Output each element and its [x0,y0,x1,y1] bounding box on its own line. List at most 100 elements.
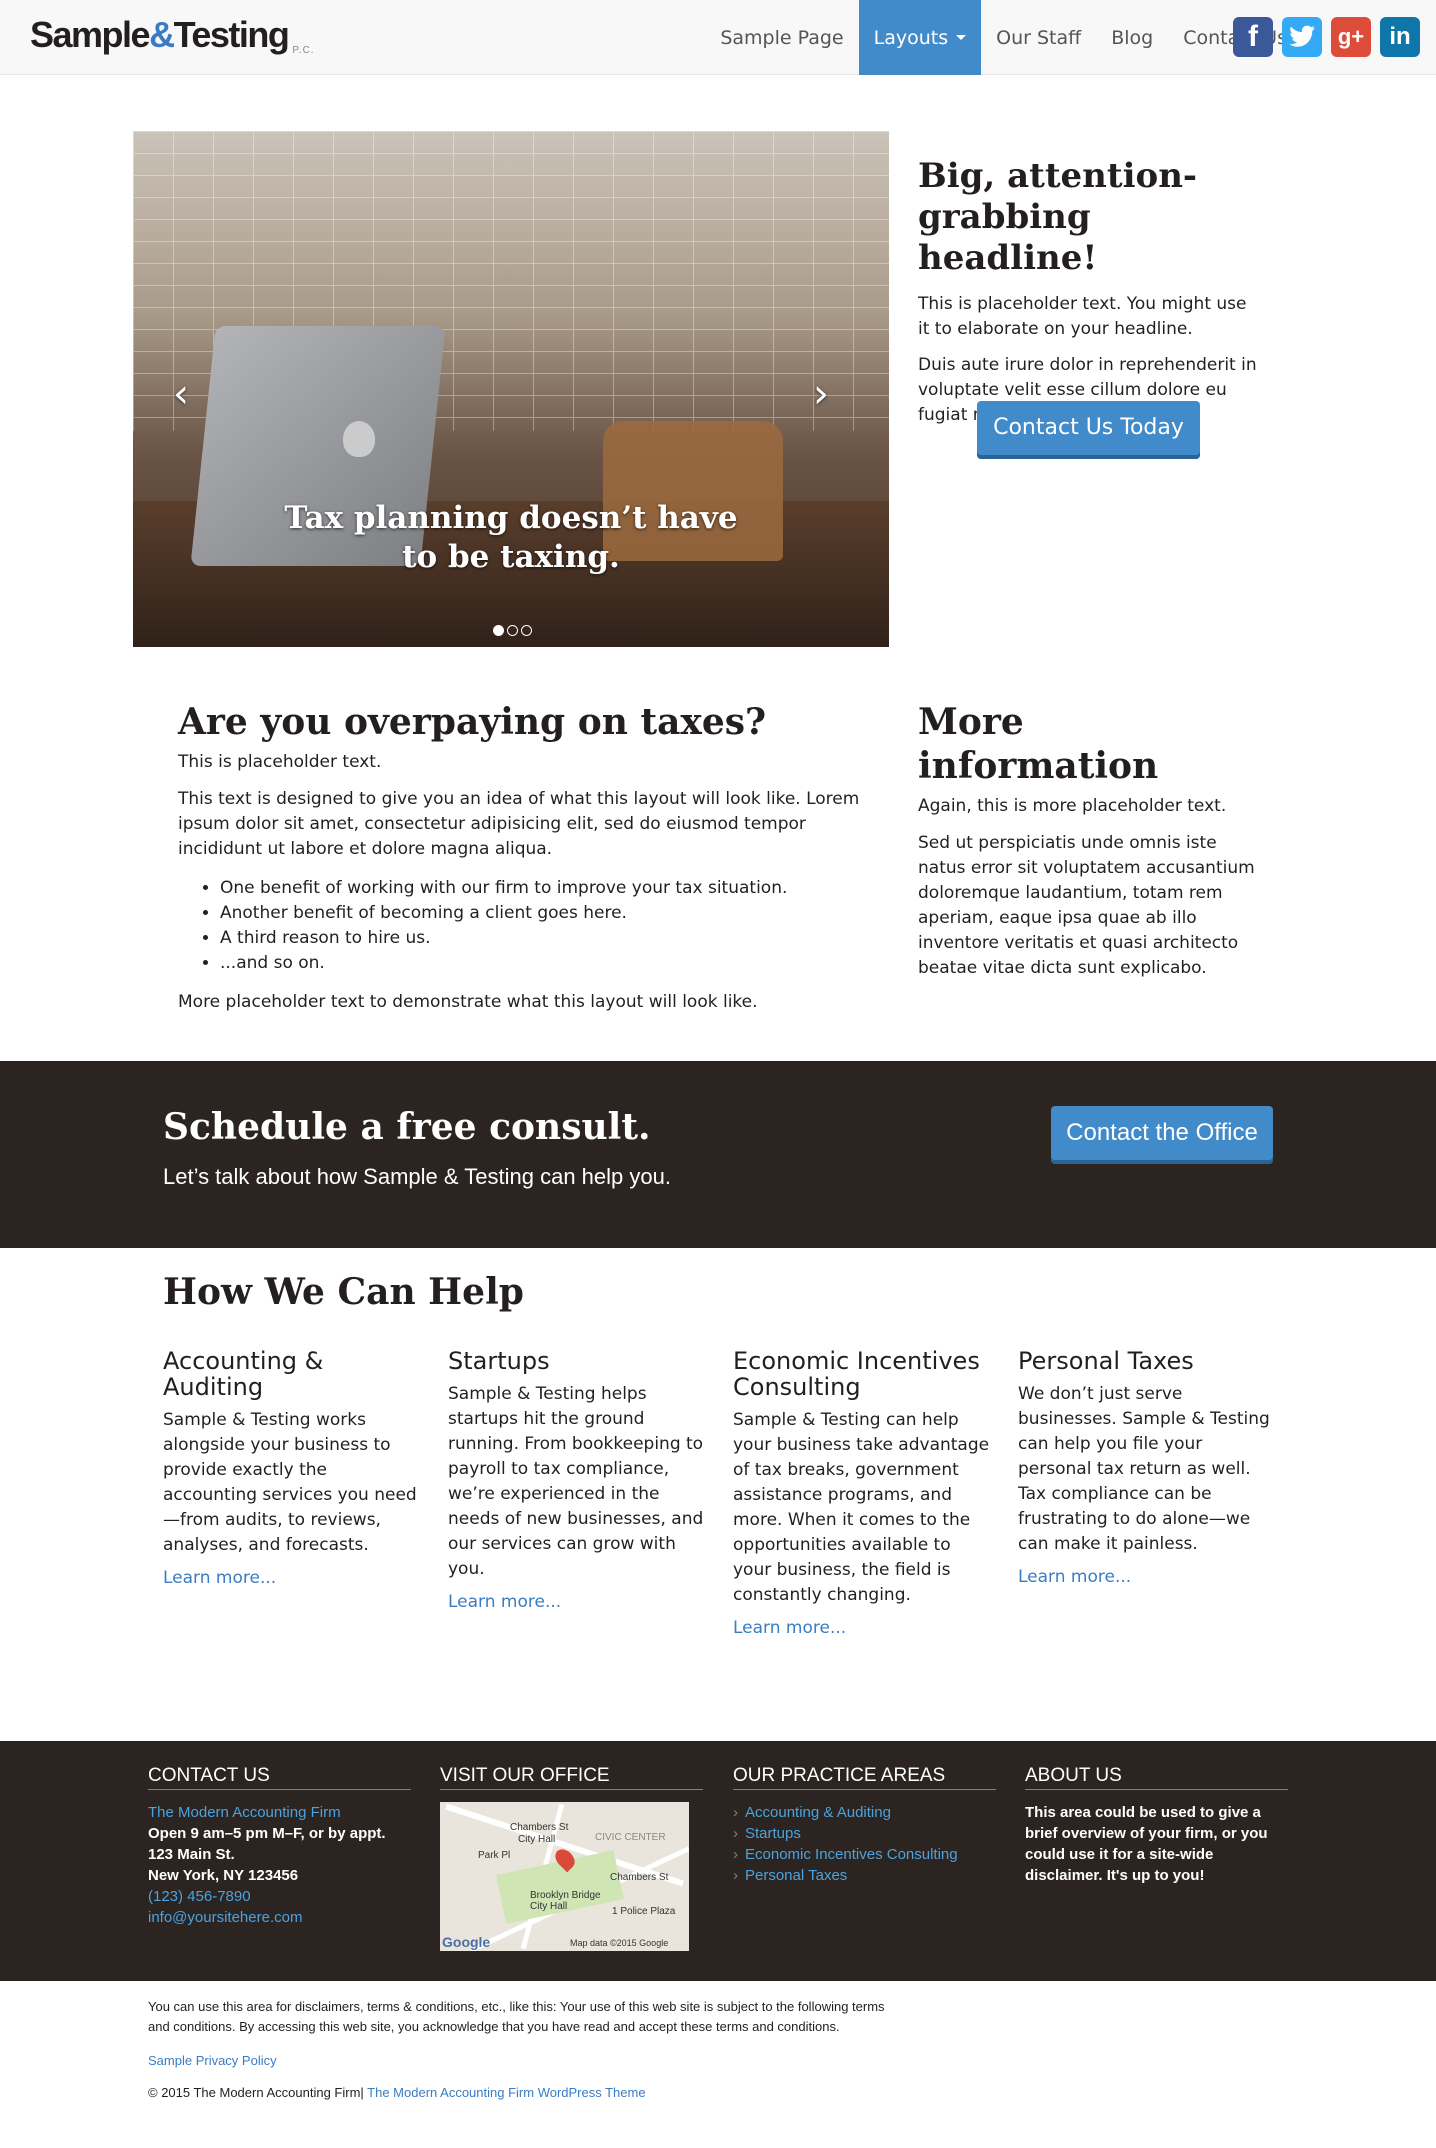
practice-link[interactable]: Personal Taxes [733,1865,996,1886]
footer-office: VISIT OUR OFFICE Chambers St City Hall C… [440,1765,703,1951]
service-card: Personal Taxes We don’t just serve busin… [1018,1348,1278,1587]
list-item: A third reason to hire us. [220,926,888,951]
consult-title: Schedule a free consult. [163,1106,651,1148]
practice-link[interactable]: Accounting & Auditing [733,1802,996,1823]
firm-link[interactable]: The Modern Accounting Firm [148,1802,411,1823]
carousel-caption: Tax planning doesn’t have to be taxing. [284,500,738,575]
brand-suffix: P.C. [292,45,315,56]
carousel-indicator[interactable] [521,625,532,636]
office-map[interactable]: Chambers St City Hall CIVIC CENTER Park … [440,1802,689,1951]
brand-first: Sample [30,14,151,55]
footer: CONTACT US The Modern Accounting Firm Op… [0,1741,1436,1981]
google-logo: Google [442,1934,491,1950]
service-title: Personal Taxes [1018,1347,1194,1375]
hours-text: Open 9 am–5 pm M–F, or by appt. [148,1825,386,1842]
map-label: Park Pl [478,1850,511,1861]
paragraph: This text is designed to give you an ide… [178,789,860,859]
map-label: Brooklyn Bridge City Hall [530,1890,601,1912]
map-label: City Hall [518,1834,556,1845]
footer-heading: VISIT OUR OFFICE [440,1765,703,1790]
google-plus-icon[interactable]: g+ [1331,17,1371,57]
navbar: Sample&Testing P.C. Sample Page Layouts O… [0,0,1436,75]
help-title: How We Can Help [163,1271,524,1313]
service-text: Sample & Testing can help your business … [733,1410,990,1605]
section-title: More information [918,701,1159,787]
brand-rest: Testing [173,14,290,55]
service-title: Economic Incentives Consulting [733,1347,980,1401]
brand-amp: & [149,14,175,55]
about-text: This area could be used to give a brief … [1025,1804,1268,1884]
footer-practice: OUR PRACTICE AREAS Accounting & Auditing… [733,1765,996,1886]
phone-link[interactable]: (123) 456-7890 [148,1886,411,1907]
email-link[interactable]: info@yoursitehere.com [148,1907,411,1928]
hero-sidebar: Big, attention-grabbing headline! This i… [918,156,1263,459]
consult-band: Schedule a free consult. Let’s talk abou… [0,1061,1436,1248]
footer-contact: CONTACT US The Modern Accounting Firm Op… [148,1765,411,1928]
copyright-text: © 2015 The Modern Accounting Firm| [148,2085,364,2100]
service-text: Sample & Testing helps startups hit the … [448,1384,704,1579]
main-content: Are you overpaying on taxes? This is pla… [178,700,888,1015]
benefits-list: One benefit of working with our firm to … [220,876,888,976]
service-card: Economic Incentives Consulting Sample & … [733,1348,993,1638]
contact-us-today-button[interactable]: Contact Us Today [977,401,1200,459]
apple-logo-icon [343,421,375,457]
carousel-prev-icon[interactable]: ‹ [173,371,189,417]
hero-paragraph: This is placeholder text. You might use … [918,294,1247,339]
map-label: 1 Police Plaza [612,1906,676,1917]
caret-down-icon [956,35,967,40]
paragraph: Sed ut perspiciatis unde omnis iste natu… [918,833,1255,978]
carousel-indicator[interactable] [507,625,518,636]
practice-link[interactable]: Startups [733,1823,996,1844]
disclaimer-text: You can use this area for disclaimers, t… [148,1999,885,2034]
service-card: Accounting & Auditing Sample & Testing w… [163,1348,423,1588]
carousel-next-icon[interactable]: › [813,371,829,417]
nav-label: Layouts [873,26,949,49]
nav-layouts[interactable]: Layouts [858,0,982,75]
service-title: Accounting & Auditing [163,1347,324,1401]
city-text: New York, NY 123456 [148,1867,299,1884]
learn-more-link[interactable]: Learn more... [1018,1567,1131,1587]
map-label: Chambers St [610,1872,669,1883]
subfooter: You can use this area for disclaimers, t… [148,1997,928,2103]
hero-carousel[interactable]: ‹ › Tax planning doesn’t have to be taxi… [133,131,889,647]
carousel-indicators [493,625,532,636]
service-title: Startups [448,1347,550,1375]
service-card: Startups Sample & Testing helps startups… [448,1348,708,1612]
paragraph: More placeholder text to demonstrate wha… [178,992,758,1012]
theme-link[interactable]: The Modern Accounting Firm WordPress The… [367,2085,645,2100]
practice-link[interactable]: Economic Incentives Consulting [733,1844,996,1865]
learn-more-link[interactable]: Learn more... [733,1618,846,1638]
social-links: f g+ in [1233,17,1420,57]
map-label: Chambers St [510,1822,569,1833]
service-text: We don’t just serve businesses. Sample &… [1018,1384,1270,1554]
list-item: Another benefit of becoming a client goe… [220,901,888,926]
contact-the-office-button[interactable]: Contact the Office [1051,1106,1273,1164]
street-text: 123 Main St. [148,1846,235,1863]
nav-blog[interactable]: Blog [1096,0,1168,75]
linkedin-icon[interactable]: in [1380,17,1420,57]
twitter-icon[interactable] [1282,17,1322,57]
facebook-icon[interactable]: f [1233,17,1273,57]
privacy-policy-link[interactable]: Sample Privacy Policy [148,2053,277,2068]
nav-label: Our Staff [996,26,1082,49]
map-credit: Map data ©2015 Google [570,1938,669,1948]
carousel-indicator[interactable] [493,625,504,636]
nav-sample-page[interactable]: Sample Page [705,0,858,75]
learn-more-link[interactable]: Learn more... [163,1568,276,1588]
footer-heading: CONTACT US [148,1765,411,1790]
consult-subtitle: Let’s talk about how Sample & Testing ca… [163,1164,671,1189]
footer-about: ABOUT US This area could be used to give… [1025,1765,1288,1886]
paragraph: Again, this is more placeholder text. [918,796,1227,816]
more-info: More information Again, this is more pla… [918,700,1258,981]
hero-headline: Big, attention-grabbing headline! [918,156,1198,278]
main-nav: Sample Page Layouts Our Staff Blog Conta… [705,0,1302,75]
site-logo[interactable]: Sample&Testing P.C. [30,14,315,56]
footer-heading: OUR PRACTICE AREAS [733,1765,996,1790]
list-item: One benefit of working with our firm to … [220,876,888,901]
nav-our-staff[interactable]: Our Staff [981,0,1096,75]
learn-more-link[interactable]: Learn more... [448,1592,561,1612]
nav-label: Sample Page [720,26,844,49]
section-title: Are you overpaying on taxes? [178,701,767,743]
service-text: Sample & Testing works alongside your bu… [163,1410,417,1555]
paragraph: This is placeholder text. [178,752,382,772]
